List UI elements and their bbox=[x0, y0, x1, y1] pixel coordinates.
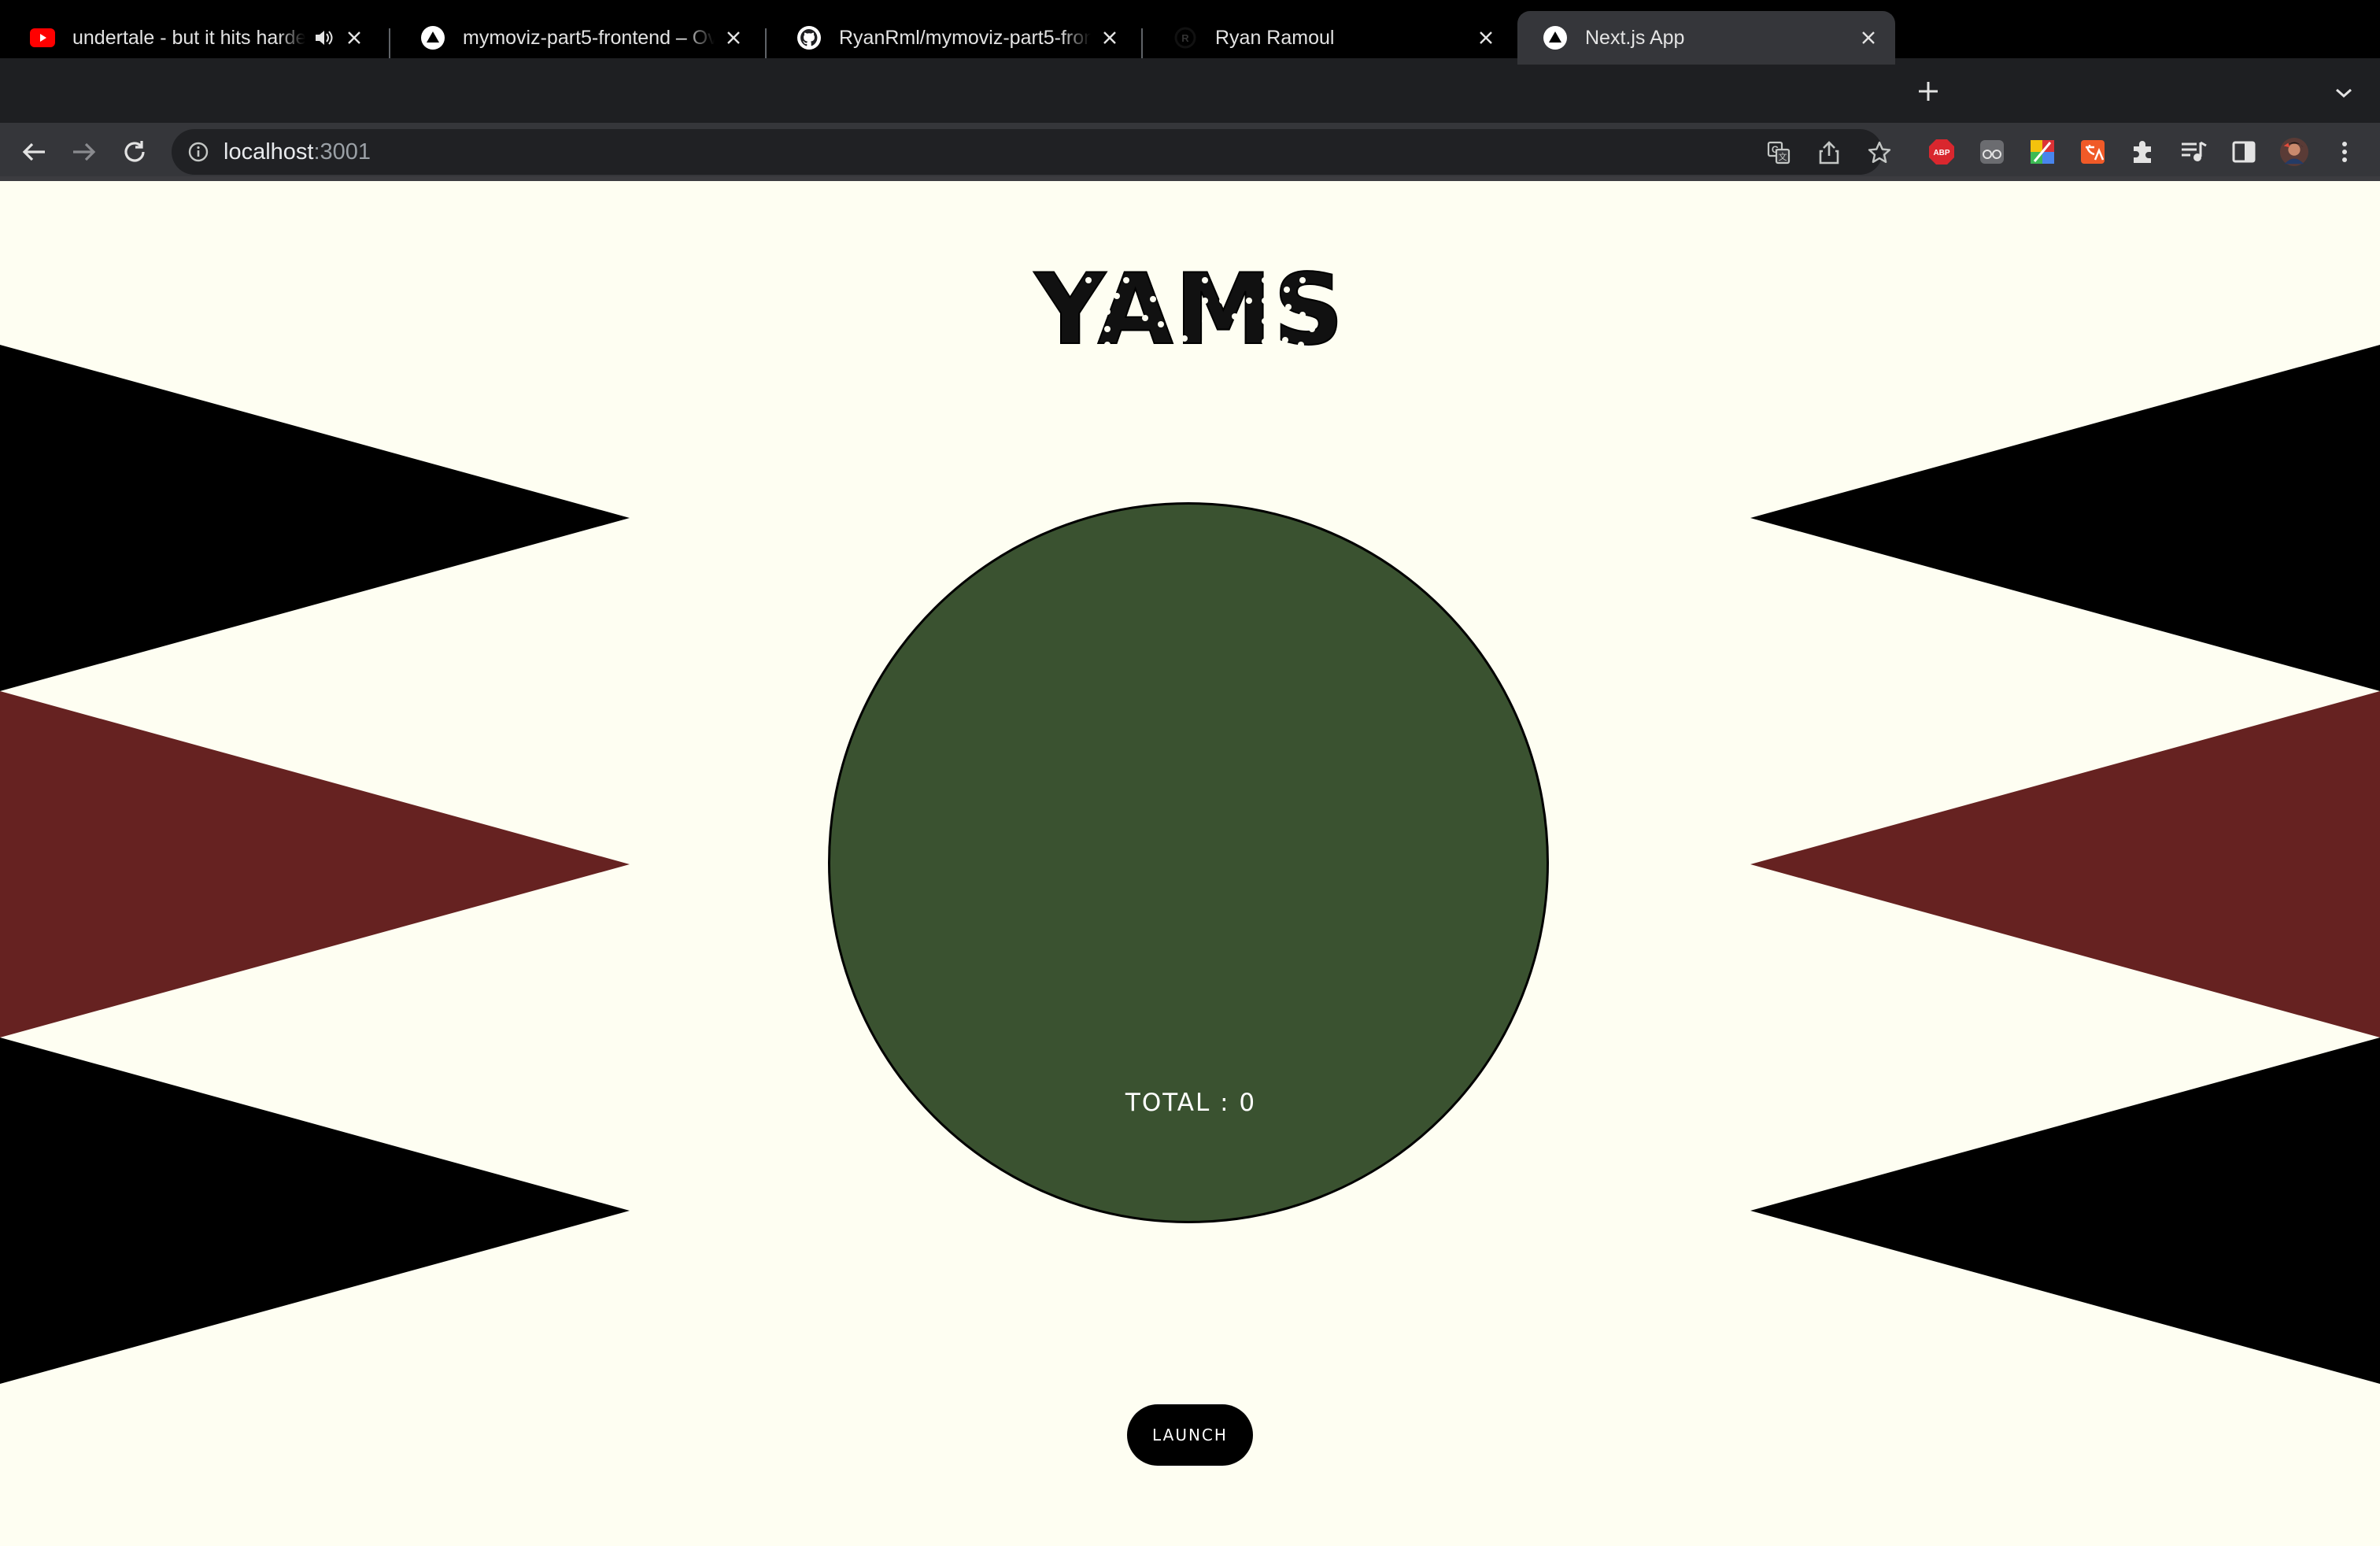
puzzle-icon[interactable] bbox=[2128, 137, 2158, 167]
close-icon[interactable] bbox=[343, 27, 365, 49]
translator-extension-icon[interactable] bbox=[2078, 137, 2108, 167]
new-tab-button[interactable] bbox=[1911, 74, 1946, 109]
vercel-icon bbox=[420, 25, 445, 50]
right-triangle-top bbox=[1750, 345, 2380, 691]
bookmark-star-icon[interactable] bbox=[1865, 139, 1894, 167]
total-score: TOTAL : 0 bbox=[1125, 1089, 1257, 1117]
right-triangle-bottom bbox=[1750, 1037, 2380, 1384]
site-info-icon[interactable] bbox=[186, 139, 211, 165]
profile-avatar[interactable] bbox=[2279, 137, 2309, 167]
url-text: localhost:3001 bbox=[224, 139, 371, 165]
reload-button[interactable] bbox=[116, 134, 153, 170]
tab-title: mymoviz-part5-frontend – Overview bbox=[463, 26, 715, 49]
left-triangle-bottom bbox=[0, 1037, 630, 1384]
tab-search-chevron-icon[interactable] bbox=[2330, 79, 2358, 107]
audio-playing-icon[interactable] bbox=[312, 26, 335, 50]
youtube-icon bbox=[30, 25, 55, 50]
back-button[interactable] bbox=[16, 134, 52, 170]
tab-title: RyanRml/mymoviz-part5-frontend bbox=[839, 26, 1091, 49]
tab-divider bbox=[1141, 28, 1143, 58]
right-triangle-middle bbox=[1750, 691, 2380, 1037]
address-bar[interactable]: localhost:3001 G文 bbox=[172, 129, 1891, 175]
close-icon[interactable] bbox=[1099, 27, 1121, 49]
yams-logo: YAMS bbox=[1034, 253, 1346, 368]
tab-divider bbox=[389, 28, 390, 58]
tab-ryan-ramoul[interactable]: R Ryan Ramoul bbox=[1148, 11, 1513, 65]
adblock-icon[interactable]: ABP bbox=[1927, 137, 1957, 167]
svg-text:文: 文 bbox=[1779, 151, 1787, 162]
tab-title: Ryan Ramoul bbox=[1215, 26, 1335, 49]
share-icon[interactable] bbox=[1815, 139, 1843, 167]
close-icon[interactable] bbox=[722, 27, 745, 49]
tab-strip bbox=[0, 58, 2380, 123]
circle-r-icon: R bbox=[1173, 25, 1198, 50]
svg-text:R: R bbox=[1181, 32, 1189, 44]
sidepanel-icon[interactable] bbox=[2229, 137, 2259, 167]
tab-github-repo[interactable]: RyanRml/mymoviz-part5-frontend bbox=[771, 11, 1136, 65]
browser-toolbar: localhost:3001 G文 ABP bbox=[0, 123, 2380, 181]
forward-button[interactable] bbox=[66, 134, 102, 170]
dice-board-circle: TOTAL : 0 bbox=[828, 502, 1549, 1223]
browser-menu-icon[interactable] bbox=[2330, 137, 2360, 167]
svg-text:ABP: ABP bbox=[1933, 149, 1949, 157]
tab-title: undertale - but it hits harder bbox=[72, 26, 305, 49]
github-icon bbox=[796, 25, 822, 50]
left-triangle-middle bbox=[0, 691, 630, 1037]
tab-vercel-overview[interactable]: mymoviz-part5-frontend – Overview bbox=[395, 11, 760, 65]
left-triangle-top bbox=[0, 345, 630, 691]
yams-page: YAMS TOTAL : 0 LAUNCH bbox=[0, 181, 2380, 1546]
vercel-icon bbox=[1543, 25, 1568, 50]
tab-nextjs-app[interactable]: Next.js App bbox=[1517, 11, 1895, 65]
translate-icon[interactable]: G文 bbox=[1765, 139, 1793, 167]
tab-youtube[interactable]: undertale - but it hits harder bbox=[5, 11, 381, 65]
close-icon[interactable] bbox=[1857, 27, 1879, 49]
media-icon[interactable] bbox=[2179, 137, 2208, 167]
color-extension-icon[interactable] bbox=[2027, 137, 2057, 167]
launch-button[interactable]: LAUNCH bbox=[1127, 1404, 1253, 1466]
close-icon[interactable] bbox=[1475, 27, 1497, 49]
reader-icon[interactable] bbox=[1977, 137, 2007, 167]
tab-title: Next.js App bbox=[1585, 26, 1685, 49]
tab-divider bbox=[765, 28, 767, 58]
